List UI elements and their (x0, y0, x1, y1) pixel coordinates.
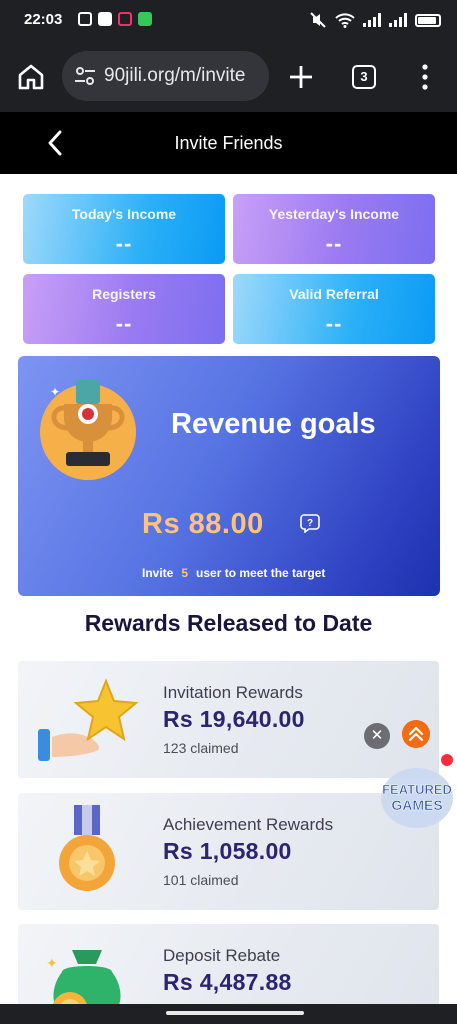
reward-card-invitation: Invitation Rewards Rs 19,640.00 123 clai… (18, 661, 439, 778)
help-icon[interactable]: ? (300, 513, 320, 533)
stat-value: -- (325, 231, 343, 256)
close-float-button[interactable]: ✕ (364, 723, 390, 749)
svg-text:FEATURED: FEATURED (382, 782, 452, 797)
goal-note-suffix: user to meet the target (196, 566, 326, 580)
address-bar[interactable]: 90jili.org/m/invite (62, 51, 269, 101)
more-menu-icon[interactable] (418, 63, 432, 91)
stat-value: -- (115, 311, 133, 336)
system-nav-bar (0, 1004, 457, 1024)
goal-title: Revenue goals (171, 408, 376, 440)
stat-card-registers: Registers -- (23, 274, 225, 344)
page-header: Invite Friends (0, 112, 457, 174)
notification-icons (78, 12, 152, 26)
reward-amount: Rs 19,640.00 (163, 706, 305, 732)
main-content: Today's Income -- Yesterday's Income -- … (0, 174, 457, 1024)
stat-label: Today's Income (71, 206, 177, 222)
reward-claimed: 101 claimed (163, 872, 239, 888)
system-icons (309, 12, 441, 28)
browser-toolbar: 90jili.org/m/invite 3 (0, 40, 457, 112)
star-hand-icon (38, 678, 139, 761)
goal-amount: Rs 88.00 (142, 508, 264, 540)
status-bar: 22:03 (0, 0, 457, 40)
svg-text:?: ? (307, 518, 313, 529)
stat-label: Yesterday's Income (268, 206, 400, 222)
goal-note-prefix: Invite (142, 566, 174, 580)
stat-value: -- (325, 311, 343, 336)
signal-icon (389, 13, 407, 27)
tab-switcher-button[interactable]: 3 (352, 65, 376, 89)
stat-card-valid-referral: Valid Referral -- (233, 274, 435, 344)
reward-claimed: 123 claimed (163, 740, 239, 756)
messages-icon (138, 12, 152, 26)
reward-card-achievement: Achievement Rewards Rs 1,058.00 101 clai… (18, 793, 439, 910)
rewards-section-title: Rewards Released to Date (84, 610, 373, 636)
featured-games-badge[interactable]: FEATURED GAMES (378, 754, 456, 834)
battery-icon (415, 13, 441, 27)
goal-note: Invite 5 user to meet the target (142, 566, 325, 580)
reward-name: Achievement Rewards (163, 815, 334, 834)
tiktok-icon (118, 12, 132, 26)
status-time: 22:03 (24, 11, 63, 28)
signal-icon (363, 13, 381, 27)
svg-text:✦: ✦ (46, 955, 58, 971)
facebook-icon (98, 12, 112, 26)
new-tab-icon[interactable] (286, 62, 316, 92)
reward-amount: Rs 1,058.00 (163, 838, 292, 864)
page-title: Invite Friends (174, 133, 283, 153)
reward-name: Invitation Rewards (163, 683, 303, 702)
notification-dot (441, 754, 453, 766)
svg-text:✦: ✦ (50, 385, 60, 399)
revenue-goal-card: ✦ Revenue goals Rs 88.00 ? Invite 5 user t… (18, 356, 440, 596)
instagram-icon (78, 12, 92, 26)
trophy-icon: ✦ (40, 380, 136, 480)
wifi-icon (335, 13, 355, 28)
stat-label: Registers (92, 286, 156, 302)
stat-label: Valid Referral (289, 286, 379, 302)
reward-amount: Rs 4,487.88 (163, 969, 292, 995)
site-settings-icon[interactable] (74, 66, 96, 86)
medal-icon (59, 805, 115, 891)
home-icon[interactable] (14, 60, 48, 94)
stat-value: -- (115, 231, 133, 256)
scroll-top-button[interactable] (402, 720, 430, 748)
svg-text:GAMES: GAMES (391, 797, 442, 813)
goal-note-count: 5 (181, 566, 189, 580)
stat-card-yesterday-income: Yesterday's Income -- (233, 194, 435, 264)
mute-icon (310, 12, 326, 28)
url-text: 90jili.org/m/invite (104, 65, 246, 86)
stat-card-today-income: Today's Income -- (23, 194, 225, 264)
home-gesture-handle[interactable] (166, 1011, 304, 1015)
reward-name: Deposit Rebate (163, 946, 281, 965)
